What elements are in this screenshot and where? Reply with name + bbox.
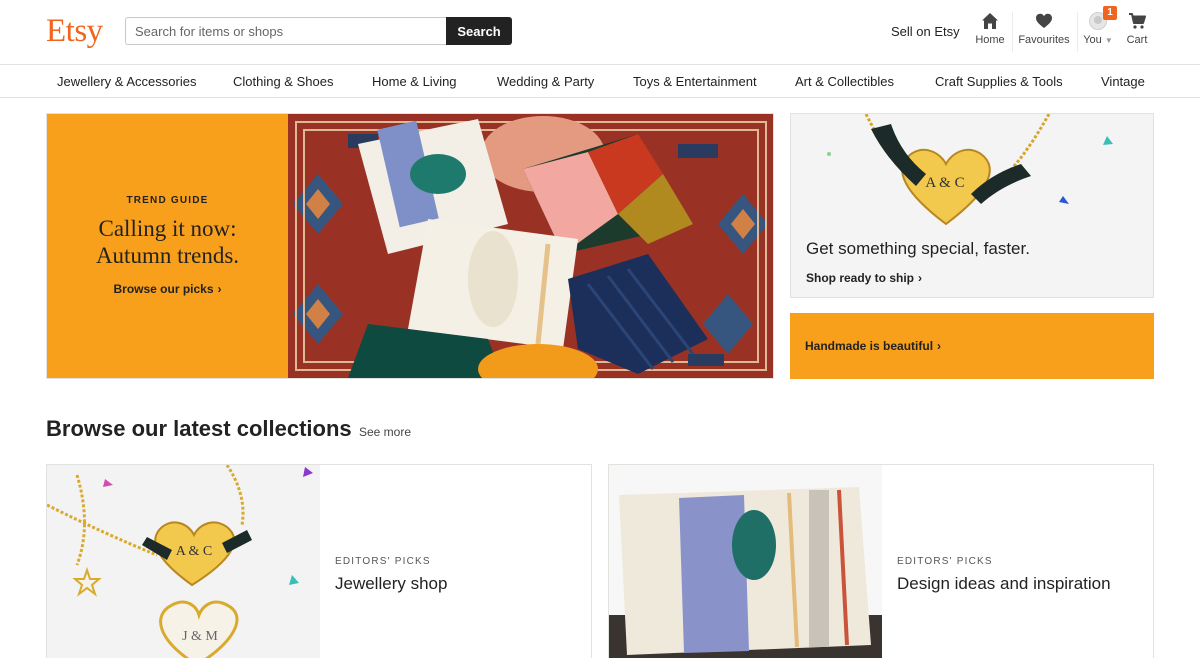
cushions-on-rug-illustration bbox=[288, 114, 773, 378]
jewellery-image: A & C J & M bbox=[47, 465, 320, 658]
header-divider bbox=[1077, 12, 1078, 52]
you-nav[interactable]: 1 You ▼ bbox=[1083, 6, 1117, 52]
you-text: You bbox=[1083, 34, 1102, 46]
handmade-text: Handmade is beautiful bbox=[805, 339, 934, 353]
cart-icon bbox=[1129, 13, 1146, 29]
handmade-is-beautiful-card[interactable]: Handmade is beautiful › bbox=[790, 313, 1154, 379]
collections-heading: Browse our latest collections bbox=[46, 416, 352, 441]
shop-ready-to-ship-link[interactable]: Shop ready to ship › bbox=[806, 271, 922, 285]
hero-cushions-image bbox=[288, 114, 773, 378]
category-craft[interactable]: Craft Supplies & Tools bbox=[935, 74, 1063, 90]
favourites-nav[interactable]: Favourites bbox=[1017, 12, 1071, 52]
gold-necklaces-illustration: A & C J & M bbox=[47, 465, 320, 658]
category-toys[interactable]: Toys & Entertainment bbox=[633, 74, 757, 90]
collection-card-design-ideas[interactable]: EDITORS' PICKS Design ideas and inspirat… bbox=[608, 464, 1154, 658]
collection-title: Design ideas and inspiration bbox=[897, 574, 1111, 593]
chevron-right-icon: › bbox=[918, 271, 923, 285]
hero-browse-text: Browse our picks bbox=[113, 282, 214, 296]
home-nav[interactable]: Home bbox=[975, 12, 1005, 52]
category-clothing[interactable]: Clothing & Shoes bbox=[233, 74, 333, 90]
hero-text-panel: TREND GUIDE Calling it now: Autumn trend… bbox=[47, 114, 288, 378]
etsy-logo[interactable]: Etsy bbox=[46, 13, 103, 49]
cart-nav[interactable]: Cart bbox=[1123, 12, 1151, 52]
hero-title: Calling it now: Autumn trends. bbox=[47, 215, 288, 269]
collection-title: Jewellery shop bbox=[335, 574, 448, 593]
hero-title-line2: Autumn trends. bbox=[95, 243, 240, 268]
shop-ready-text: Shop ready to ship bbox=[806, 271, 915, 285]
necklace-engraving: A & C bbox=[925, 175, 964, 191]
category-jewellery[interactable]: Jewellery & Accessories bbox=[57, 74, 196, 90]
necklace-engraving: J & M bbox=[182, 629, 218, 644]
favourites-label: Favourites bbox=[1018, 34, 1070, 46]
header-divider bbox=[1012, 12, 1013, 52]
chevron-right-icon: › bbox=[937, 339, 942, 353]
search-form: Search bbox=[125, 17, 512, 45]
collection-kicker: EDITORS' PICKS bbox=[335, 556, 431, 567]
ready-to-ship-card[interactable]: A & C Get something special, faster. Sho… bbox=[790, 113, 1154, 298]
site-header: Etsy Search Sell on Etsy Home Favourites… bbox=[0, 0, 1200, 65]
search-button[interactable]: Search bbox=[446, 17, 512, 45]
home-icon bbox=[982, 13, 998, 29]
you-label: You ▼ bbox=[1083, 34, 1113, 47]
hero-title-line1: Calling it now: bbox=[98, 216, 237, 241]
search-input[interactable] bbox=[125, 17, 447, 45]
home-label: Home bbox=[975, 34, 1005, 46]
collection-card-jewellery[interactable]: A & C J & M EDITORS' PICKS Jewellery sho… bbox=[46, 464, 592, 658]
see-more-link[interactable]: See more bbox=[359, 425, 411, 439]
hero-banner[interactable]: TREND GUIDE Calling it now: Autumn trend… bbox=[46, 113, 774, 379]
design-ideas-image bbox=[609, 465, 882, 658]
hero-browse-link[interactable]: Browse our picks › bbox=[47, 282, 288, 296]
notification-badge: 1 bbox=[1103, 6, 1117, 20]
category-nav: Jewellery & Accessories Clothing & Shoes… bbox=[0, 65, 1200, 98]
category-art[interactable]: Art & Collectibles bbox=[795, 74, 894, 90]
chevron-right-icon: › bbox=[217, 282, 222, 296]
caret-down-icon: ▼ bbox=[1104, 36, 1113, 45]
handmade-link[interactable]: Handmade is beautiful › bbox=[805, 339, 941, 353]
cart-label: Cart bbox=[1126, 34, 1148, 46]
collection-kicker: EDITORS' PICKS bbox=[897, 556, 993, 567]
cushion-illustration bbox=[609, 465, 882, 658]
necklace-engraving: A & C bbox=[176, 544, 213, 559]
category-wedding[interactable]: Wedding & Party bbox=[497, 74, 594, 90]
category-vintage[interactable]: Vintage bbox=[1101, 74, 1145, 90]
heart-icon bbox=[1036, 13, 1052, 28]
hero-kicker: TREND GUIDE bbox=[126, 195, 209, 206]
category-home[interactable]: Home & Living bbox=[372, 74, 457, 90]
ready-to-ship-title: Get something special, faster. bbox=[806, 239, 1030, 258]
sell-on-etsy-link[interactable]: Sell on Etsy bbox=[891, 24, 960, 40]
